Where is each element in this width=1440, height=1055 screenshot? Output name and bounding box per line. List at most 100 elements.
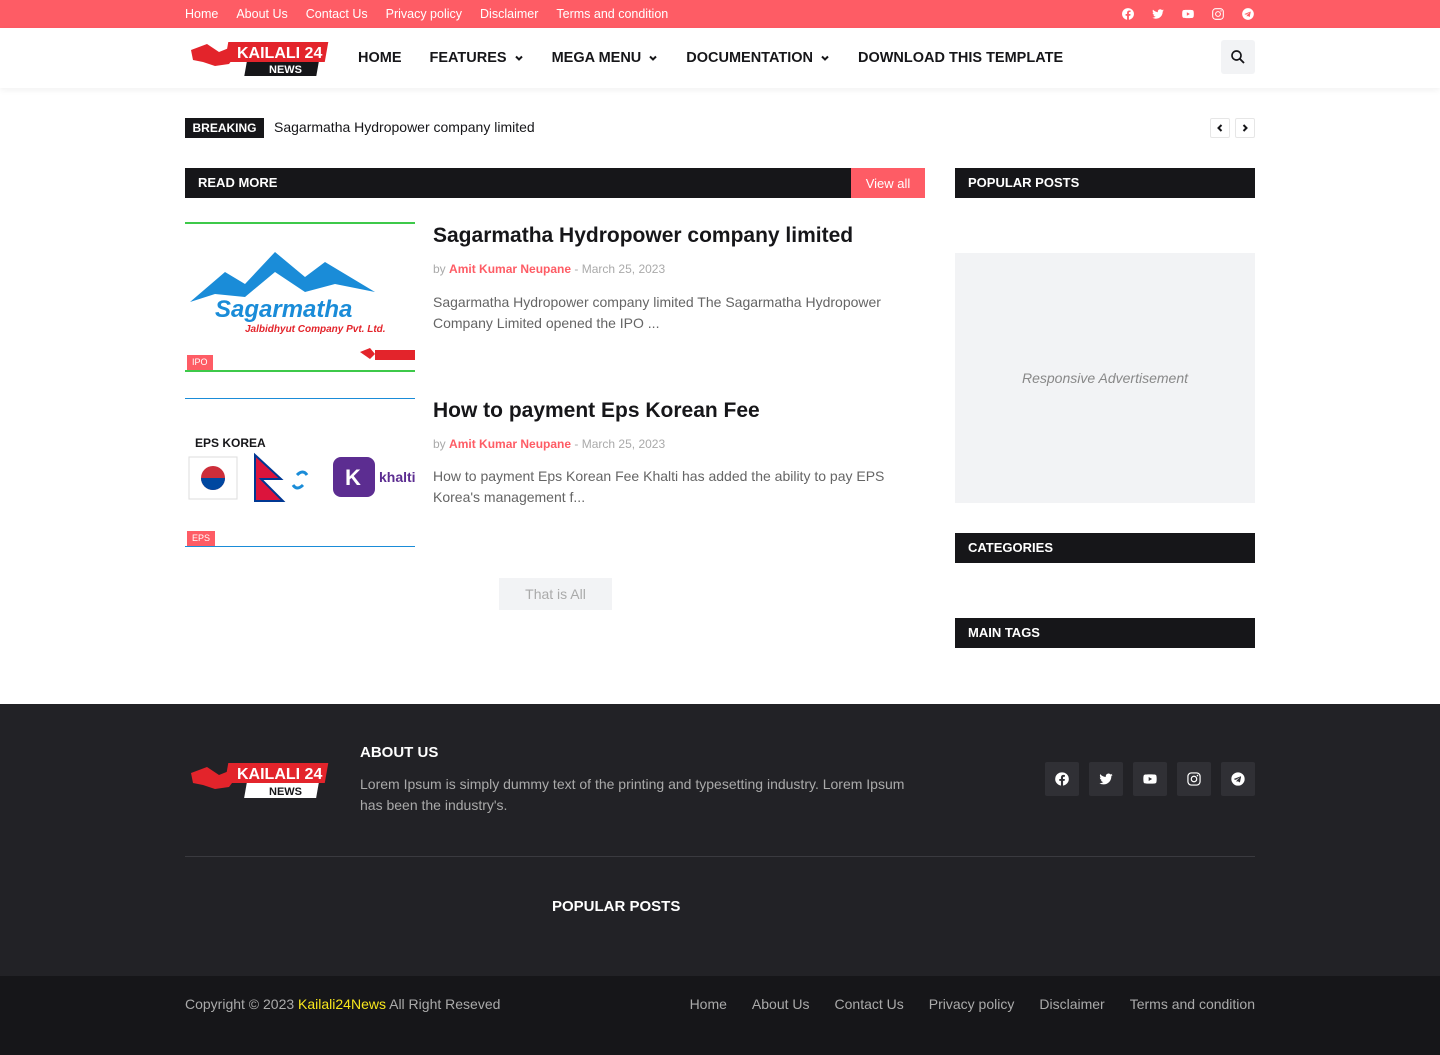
telegram-icon[interactable] <box>1241 7 1255 21</box>
main-tags-header: Main Tags <box>955 618 1255 648</box>
ticker-prev-button[interactable] <box>1210 118 1230 138</box>
chevron-down-icon <box>649 55 657 61</box>
svg-text:EPS KOREA: EPS KOREA <box>195 436 266 450</box>
chevron-down-icon <box>821 55 829 61</box>
widget-title: Popular Posts <box>968 175 1080 190</box>
top-link-disclaimer[interactable]: Disclaimer <box>480 7 538 21</box>
nav-features[interactable]: Features <box>430 50 524 66</box>
nav-home[interactable]: Home <box>358 50 402 66</box>
svg-text:Sagarmatha: Sagarmatha <box>215 296 352 323</box>
nav-documentation[interactable]: Documentation <box>686 50 830 66</box>
svg-text:Jalbidhyut Company Pvt. Ltd.: Jalbidhyut Company Pvt. Ltd. <box>245 324 386 335</box>
categories-header: Categories <box>955 533 1255 563</box>
post-snippet: Sagarmatha Hydropower company limited Th… <box>433 294 881 331</box>
footer-about-title: About Us <box>360 744 439 761</box>
section-title: Read More <box>198 175 278 190</box>
footer-popular-title: Popular Posts <box>552 898 681 915</box>
post-title[interactable]: How to payment Eps Korean Fee <box>433 399 760 423</box>
footer-youtube-button[interactable] <box>1133 762 1167 796</box>
footer: KAILALI 24 NEWS About Us Lorem Ipsum is … <box>0 704 1440 976</box>
footer-link-about[interactable]: About Us <box>752 996 810 1012</box>
main-nav: Home Features Mega Menu Documentation Do… <box>358 28 1091 88</box>
post-thumbnail[interactable]: EPS KOREA K khalti EPS <box>185 397 415 547</box>
meta-by: by <box>433 262 446 276</box>
view-all-button[interactable]: View all <box>851 168 925 198</box>
footer-instagram-button[interactable] <box>1177 762 1211 796</box>
category-badge[interactable]: EPS <box>187 531 216 546</box>
top-social <box>1121 0 1255 28</box>
youtube-icon[interactable] <box>1181 7 1195 21</box>
nav-mega-menu[interactable]: Mega Menu <box>552 50 659 66</box>
footer-about-text: Lorem Ipsum is simply dummy text of the … <box>360 776 905 813</box>
ad-placeholder: Responsive Advertisement <box>955 253 1255 503</box>
footer-link-home[interactable]: Home <box>690 996 727 1012</box>
copyright-suffix: All Right Reseved <box>389 996 501 1012</box>
widget-title: Categories <box>968 540 1053 555</box>
top-link-privacy[interactable]: Privacy policy <box>386 7 462 21</box>
twitter-icon <box>1099 773 1113 785</box>
footer-social <box>1045 762 1255 796</box>
search-button[interactable] <box>1221 40 1255 74</box>
youtube-icon <box>1143 774 1157 784</box>
footer-telegram-button[interactable] <box>1221 762 1255 796</box>
read-more-header: Read More View all <box>185 168 925 198</box>
copyright: Copyright © 2023 Kailali24News All Right… <box>185 996 500 1012</box>
chevron-right-icon <box>1242 124 1248 132</box>
footer-link-terms[interactable]: Terms and condition <box>1130 996 1255 1012</box>
post-meta: by Amit Kumar Neupane - March 25, 2023 <box>433 262 665 276</box>
nav-download-template[interactable]: Download This Template <box>858 50 1063 66</box>
top-link-contact[interactable]: Contact Us <box>306 7 368 21</box>
footer-logo[interactable]: KAILALI 24 NEWS <box>189 759 331 801</box>
search-icon <box>1231 50 1245 64</box>
twitter-icon[interactable] <box>1151 7 1165 21</box>
ticker-next-button[interactable] <box>1235 118 1255 138</box>
breaking-ticker: Breaking Sagarmatha Hydropower company l… <box>185 118 1255 138</box>
sagarmatha-logo-image: Sagarmatha Jalbidhyut Company Pvt. Ltd. <box>185 222 415 372</box>
top-links: Home About Us Contact Us Privacy policy … <box>185 0 668 28</box>
top-link-terms[interactable]: Terms and condition <box>556 7 668 21</box>
footer-link-disclaimer[interactable]: Disclaimer <box>1039 996 1104 1012</box>
copyright-brand-link[interactable]: Kailali24News <box>298 996 386 1012</box>
popular-posts-header: Popular Posts <box>955 168 1255 198</box>
footer-facebook-button[interactable] <box>1045 762 1079 796</box>
instagram-icon[interactable] <box>1211 7 1225 21</box>
svg-text:NEWS: NEWS <box>269 786 302 798</box>
post-item: EPS KOREA K khalti EPS How to payment Ep… <box>185 397 925 547</box>
widget-title: Main Tags <box>968 625 1040 640</box>
main-header: KAILALI 24 NEWS Home Features Mega Menu … <box>0 28 1440 88</box>
svg-text:khalti: khalti <box>379 469 415 485</box>
post-title[interactable]: Sagarmatha Hydropower company limited <box>433 224 853 248</box>
breaking-tag: Breaking <box>185 118 264 138</box>
instagram-icon <box>1187 772 1201 786</box>
meta-sep: - <box>574 437 579 451</box>
meta-by: by <box>433 437 446 451</box>
chevron-left-icon <box>1217 124 1223 132</box>
footer-link-contact[interactable]: Contact Us <box>835 996 904 1012</box>
chevron-down-icon <box>514 55 523 61</box>
meta-sep: - <box>574 262 579 276</box>
category-badge[interactable]: IPO <box>187 355 213 370</box>
svg-text:KAILALI 24: KAILALI 24 <box>237 45 322 62</box>
facebook-icon[interactable] <box>1121 7 1135 21</box>
footer-links: Home About Us Contact Us Privacy policy … <box>690 996 1255 1012</box>
top-bar: Home About Us Contact Us Privacy policy … <box>0 0 1440 28</box>
footer-twitter-button[interactable] <box>1089 762 1123 796</box>
load-more-button[interactable]: That is All <box>499 578 612 610</box>
ticker-headline[interactable]: Sagarmatha Hydropower company limited <box>274 119 535 135</box>
post-thumbnail[interactable]: Sagarmatha Jalbidhyut Company Pvt. Ltd. … <box>185 222 415 372</box>
post-author[interactable]: Amit Kumar Neupane <box>449 437 571 451</box>
post-item: Sagarmatha Jalbidhyut Company Pvt. Ltd. … <box>185 222 925 372</box>
post-meta: by Amit Kumar Neupane - March 25, 2023 <box>433 437 665 451</box>
site-logo[interactable]: KAILALI 24 NEWS <box>189 38 331 78</box>
footer-link-privacy[interactable]: Privacy policy <box>929 996 1015 1012</box>
telegram-icon <box>1231 772 1245 786</box>
post-date: March 25, 2023 <box>581 262 666 276</box>
svg-text:NEWS: NEWS <box>269 64 302 76</box>
top-link-about[interactable]: About Us <box>236 7 287 21</box>
footer-divider <box>185 856 1255 857</box>
post-date: March 25, 2023 <box>581 437 666 451</box>
svg-text:KAILALI 24: KAILALI 24 <box>237 766 322 783</box>
post-author[interactable]: Amit Kumar Neupane <box>449 262 571 276</box>
top-link-home[interactable]: Home <box>185 7 218 21</box>
copyright-prefix: Copyright © 2023 <box>185 996 295 1012</box>
